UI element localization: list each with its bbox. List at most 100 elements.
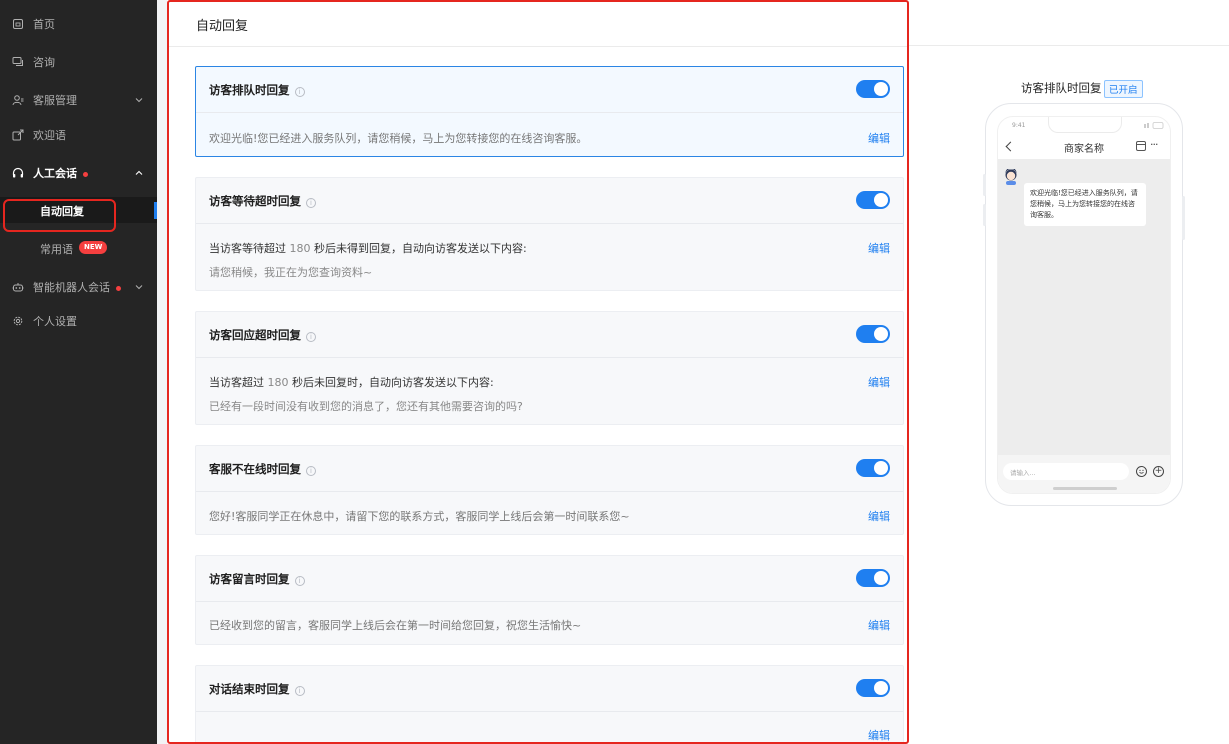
- sidebar-item-label-wrap: 人工会话: [33, 165, 88, 181]
- new-badge: NEW: [79, 241, 108, 254]
- chat-body: 欢迎光临!您已经进入服务队列，请您稍候，马上为您转接您的在线咨询客服。: [998, 159, 1170, 455]
- condition-suffix: 秒后未得到回复，自动向访客发送以下内容:: [314, 242, 527, 255]
- plus-icon: +: [1153, 466, 1164, 477]
- chevron-down-icon: [135, 285, 143, 290]
- info-icon[interactable]: i: [294, 686, 305, 696]
- chat-header: 商家名称 ···: [998, 135, 1170, 159]
- sidebar-item-label: 个人设置: [33, 315, 77, 328]
- reply-condition: 当访客等待超过 180 秒后未得到回复，自动向访客发送以下内容:: [209, 240, 527, 256]
- chat-input: 请输入...: [1003, 463, 1129, 480]
- home-icon: [13, 19, 23, 29]
- card-title: 访客排队时回复 i: [209, 82, 305, 98]
- edit-link[interactable]: 编辑: [868, 130, 890, 146]
- card-title: 访客等待超时回复 i: [209, 193, 316, 209]
- sidebar-item-welcome[interactable]: 欢迎语: [0, 125, 157, 145]
- card-header: 访客回应超时回复 i: [196, 312, 903, 358]
- welcome-icon: [12, 129, 24, 141]
- edit-link[interactable]: 编辑: [868, 727, 890, 742]
- sidebar-item-robot-session[interactable]: 智能机器人会话: [0, 277, 157, 297]
- reply-card-visitor-message[interactable]: 访客留言时回复 i 已经收到您的留言，客服同学上线后会在第一时间给您回复，祝您生活…: [195, 555, 904, 645]
- sidebar-item-consult[interactable]: 咨询: [0, 52, 157, 72]
- info-icon[interactable]: i: [294, 576, 305, 586]
- card-title-text: 客服不在线时回复: [209, 462, 301, 476]
- agent-avatar-icon: [1005, 169, 1017, 185]
- content-gutter: [157, 0, 167, 744]
- card-header: 访客等待超时回复 i: [196, 178, 903, 224]
- gear-icon: [13, 316, 23, 326]
- card-title-text: 对话结束时回复: [209, 682, 290, 696]
- sidebar-item-home[interactable]: 首页: [0, 14, 157, 34]
- info-icon[interactable]: i: [306, 332, 316, 342]
- phone-notch: [1048, 117, 1122, 133]
- preview-topbar: [909, 0, 1229, 46]
- reply-card-queue[interactable]: 访客排队时回复 i 欢迎光临!您已经进入服务队列，请您稍候，马上为您转接您的在线咨…: [195, 66, 904, 157]
- toggle-knob: [874, 571, 888, 585]
- enable-toggle[interactable]: [856, 679, 890, 697]
- sidebar-item-manual-session[interactable]: 人工会话: [0, 163, 157, 183]
- notification-dot: [116, 285, 121, 291]
- card-header: 对话结束时回复 i: [196, 666, 903, 712]
- panel-header: 自动回复: [169, 2, 907, 47]
- sidebar-item-label-wrap: 智能机器人会话: [33, 279, 121, 295]
- enable-toggle[interactable]: [856, 569, 890, 587]
- edit-link[interactable]: 编辑: [868, 508, 890, 524]
- reply-content: 欢迎光临!您已经进入服务队列，请您稍候，马上为您转接您的在线咨询客服。: [209, 132, 588, 145]
- sidebar-item-label: 咨询: [33, 56, 55, 69]
- toggle-knob: [874, 327, 888, 341]
- status-time: 9:41: [1012, 122, 1026, 129]
- sidebar-item-agent-management[interactable]: 客服管理: [0, 90, 157, 110]
- timeout-seconds: 180: [267, 376, 289, 389]
- sidebar: 首页 咨询 客服管理 欢迎语 人工会话 自动回复 常用语 NEW 智能机器人会话…: [0, 0, 157, 744]
- chat-icon: [12, 57, 23, 66]
- home-indicator: [1053, 487, 1117, 490]
- agent-icon: [12, 95, 24, 106]
- battery-icon: [1144, 122, 1164, 129]
- status-bar: 9:41: [998, 117, 1170, 135]
- reply-card-agent-offline[interactable]: 客服不在线时回复 i 您好!客服同学正在休息中，请留下您的联系方式，客服同学上线后…: [195, 445, 904, 535]
- reply-card-response-timeout[interactable]: 访客回应超时回复 i 当访客超过 180 秒后未回复时，自动向访客发送以下内容: …: [195, 311, 904, 425]
- toggle-knob: [874, 82, 888, 96]
- notification-dot: [83, 171, 88, 177]
- card-title: 访客回应超时回复 i: [209, 327, 316, 343]
- chat-message-bubble: 欢迎光临!您已经进入服务队列，请您稍候，马上为您转接您的在线咨询客服。: [1024, 183, 1146, 226]
- info-icon[interactable]: i: [306, 466, 316, 476]
- card-header: 客服不在线时回复 i: [196, 446, 903, 492]
- emoji-face-icon: [1139, 469, 1144, 474]
- condition-suffix: 秒后未回复时，自动向访客发送以下内容:: [292, 376, 494, 389]
- emoji-icon: [1136, 466, 1147, 477]
- card-title: 访客留言时回复 i: [209, 571, 305, 587]
- headset-icon: [12, 167, 24, 178]
- sidebar-item-label: 客服管理: [33, 94, 77, 107]
- phone-side-button: [983, 204, 986, 226]
- enable-toggle[interactable]: [856, 80, 890, 98]
- reply-content: 已经收到您的留言，客服同学上线后会在第一时间给您回复，祝您生活愉快~: [209, 619, 582, 632]
- chevron-down-icon: [135, 98, 143, 103]
- sidebar-subitem-common-phrases[interactable]: 常用语 NEW: [0, 235, 157, 261]
- edit-link[interactable]: 编辑: [868, 374, 890, 390]
- reply-condition: 当访客超过 180 秒后未回复时，自动向访客发送以下内容:: [209, 374, 494, 390]
- page-title: 自动回复: [196, 19, 249, 34]
- auto-reply-panel: 自动回复 访客排队时回复 i 欢迎光临!您已经进入服务队列，请您稍候，马上为您转接…: [167, 0, 909, 744]
- reply-card-session-end[interactable]: 对话结束时回复 i 编辑: [195, 665, 904, 742]
- card-title: 客服不在线时回复 i: [209, 461, 316, 477]
- enable-toggle[interactable]: [856, 325, 890, 343]
- sidebar-item-personal-settings[interactable]: 个人设置: [0, 311, 157, 331]
- card-title-text: 访客留言时回复: [209, 572, 290, 586]
- card-header: 访客留言时回复 i: [196, 556, 903, 602]
- reply-content: 您好!客服同学正在休息中，请留下您的联系方式，客服同学上线后会第一时间联系您~: [209, 510, 630, 523]
- chevron-up-icon: [135, 170, 143, 175]
- sidebar-subitem-label: 常用语: [40, 243, 73, 256]
- reply-content: 已经有一段时间没有收到您的消息了，您还有其他需要咨询的吗?: [209, 400, 523, 413]
- preview-label: 访客排队时回复: [1021, 81, 1102, 95]
- edit-link[interactable]: 编辑: [868, 617, 890, 633]
- card-title-text: 访客回应超时回复: [209, 328, 301, 342]
- info-icon[interactable]: i: [294, 87, 305, 97]
- enable-toggle[interactable]: [856, 459, 890, 477]
- info-icon[interactable]: i: [306, 198, 316, 208]
- sidebar-item-label: 欢迎语: [33, 129, 66, 142]
- condition-prefix: 当访客等待超过: [209, 242, 286, 255]
- reply-card-wait-timeout[interactable]: 访客等待超时回复 i 当访客等待超过 180 秒后未得到回复，自动向访客发送以下内…: [195, 177, 904, 291]
- edit-link[interactable]: 编辑: [868, 240, 890, 256]
- enable-toggle[interactable]: [856, 191, 890, 209]
- condition-prefix: 当访客超过: [209, 376, 264, 389]
